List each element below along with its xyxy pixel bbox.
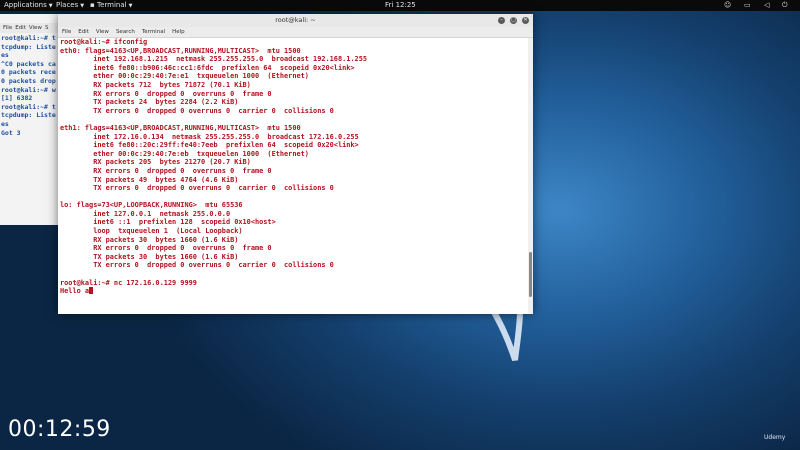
- chevron-down-icon: ▼: [80, 3, 85, 9]
- bg-menu-file[interactable]: File: [3, 25, 12, 31]
- video-timer: 00:12:59: [8, 417, 111, 442]
- output-line: TX packets 49 bytes 4764 (4.6 KiB): [60, 175, 239, 184]
- output-line: inet6 fe80::b906:46c:cc1:6fdc prefixlen …: [60, 63, 355, 72]
- input-line[interactable]: Hello a: [60, 287, 523, 296]
- output-line: RX errors 0 dropped 0 overruns 0 frame 0: [60, 244, 272, 253]
- output-line: inet 172.16.0.134 netmask 255.255.255.0 …: [60, 132, 359, 141]
- output-line: TX packets 24 bytes 2284 (2.2 KiB): [60, 98, 239, 107]
- output-line: lo: flags=73<UP,LOOPBACK,RUNNING> mtu 65…: [60, 201, 243, 210]
- output-line: RX errors 0 dropped 0 overruns 0 frame 0: [60, 89, 272, 98]
- menu-terminal[interactable]: Terminal: [142, 29, 165, 35]
- output-line: eth0: flags=4163<UP,BROADCAST,RUNNING,MU…: [60, 46, 301, 55]
- applications-label: Applications: [4, 1, 47, 9]
- terminal-menubar: File Edit View Search Terminal Help: [58, 27, 533, 38]
- output-line: inet6 ::1 prefixlen 128 scopeid 0x10<hos…: [60, 218, 276, 227]
- display-icon[interactable]: ▭: [744, 0, 751, 11]
- window-title: root@kali: ~: [275, 16, 316, 24]
- chevron-down-icon: ▼: [128, 3, 133, 9]
- output-line: RX packets 712 bytes 71872 (70.1 KiB): [60, 80, 251, 89]
- output-line: TX errors 0 dropped 0 overruns 0 carrier…: [60, 106, 334, 115]
- chevron-down-icon: ▼: [48, 3, 53, 9]
- output-line: inet 127.0.0.1 netmask 255.0.0.0: [60, 209, 231, 218]
- menu-search[interactable]: Search: [116, 29, 135, 35]
- output-line: loop txqueuelen 1 (Local Loopback): [60, 227, 243, 236]
- places-label: Places: [56, 1, 79, 9]
- output-line: TX packets 30 bytes 1660 (1.6 KiB): [60, 252, 239, 261]
- prompt-line: root@kali:~# nc 172.16.0.129 9999: [60, 278, 197, 287]
- output-line: ether 00:0c:29:40:7e:eb txqueuelen 1000 …: [60, 149, 309, 158]
- menu-help[interactable]: Help: [172, 29, 185, 35]
- text-cursor: [89, 287, 94, 295]
- output-line: TX errors 0 dropped 0 overruns 0 carrier…: [60, 261, 334, 270]
- maximize-button[interactable]: ▢: [510, 17, 517, 24]
- bg-menu-view[interactable]: View: [29, 25, 42, 31]
- accessibility-icon[interactable]: ☺: [724, 0, 731, 11]
- menu-file[interactable]: File: [62, 29, 71, 35]
- menu-view[interactable]: View: [96, 29, 109, 35]
- minimize-button[interactable]: –: [498, 17, 505, 24]
- power-icon[interactable]: ⏻: [782, 0, 788, 11]
- typed-text: Hello a: [60, 287, 90, 296]
- top-panel: Applications ▼ Places ▼ ▪ Terminal ▼ Fri 12…: [0, 0, 800, 11]
- bg-menu-edit[interactable]: Edit: [15, 25, 26, 31]
- terminal-app-menu[interactable]: ▪ Terminal ▼: [90, 0, 132, 12]
- volume-icon[interactable]: ◁: [764, 0, 769, 11]
- terminal-titlebar[interactable]: root@kali: ~ – ▢ ✕: [58, 14, 533, 27]
- output-line: RX packets 30 bytes 1660 (1.6 KiB): [60, 235, 239, 244]
- output-line: RX errors 0 dropped 0 overruns 0 frame 0: [60, 166, 272, 175]
- terminal-window[interactable]: root@kali: ~ – ▢ ✕ File Edit View Search Ter…: [58, 14, 533, 314]
- output-line: ether 00:0c:29:40:7e:e1 txqueuelen 1000 …: [60, 72, 309, 81]
- terminal-output[interactable]: root@kali:~# ifconfig eth0: flags=4163<UP…: [60, 38, 523, 296]
- prompt-line: root@kali:~# ifconfig: [60, 38, 148, 46]
- places-menu[interactable]: Places ▼: [56, 0, 84, 12]
- udemy-watermark: Udemy: [764, 434, 786, 441]
- scrollbar-thumb[interactable]: [529, 252, 532, 297]
- output-line: inet6 fe80::20c:29ff:fe40:7eeb prefixlen…: [60, 141, 359, 150]
- output-line: inet 192.168.1.215 netmask 255.255.255.0…: [60, 55, 367, 64]
- clock[interactable]: Fri 12:25: [385, 0, 416, 11]
- terminal-icon: ▪: [90, 1, 95, 9]
- close-button[interactable]: ✕: [522, 17, 529, 24]
- menu-edit[interactable]: Edit: [78, 29, 89, 35]
- output-line: TX errors 0 dropped 0 overruns 0 carrier…: [60, 184, 334, 193]
- terminal-app-label: Terminal: [96, 1, 127, 9]
- applications-menu[interactable]: Applications ▼: [4, 0, 53, 12]
- bg-menu-search[interactable]: S: [45, 25, 49, 31]
- output-line: RX packets 205 bytes 21270 (20.7 KiB): [60, 158, 251, 167]
- output-line: eth1: flags=4163<UP,BROADCAST,RUNNING,MU…: [60, 123, 301, 132]
